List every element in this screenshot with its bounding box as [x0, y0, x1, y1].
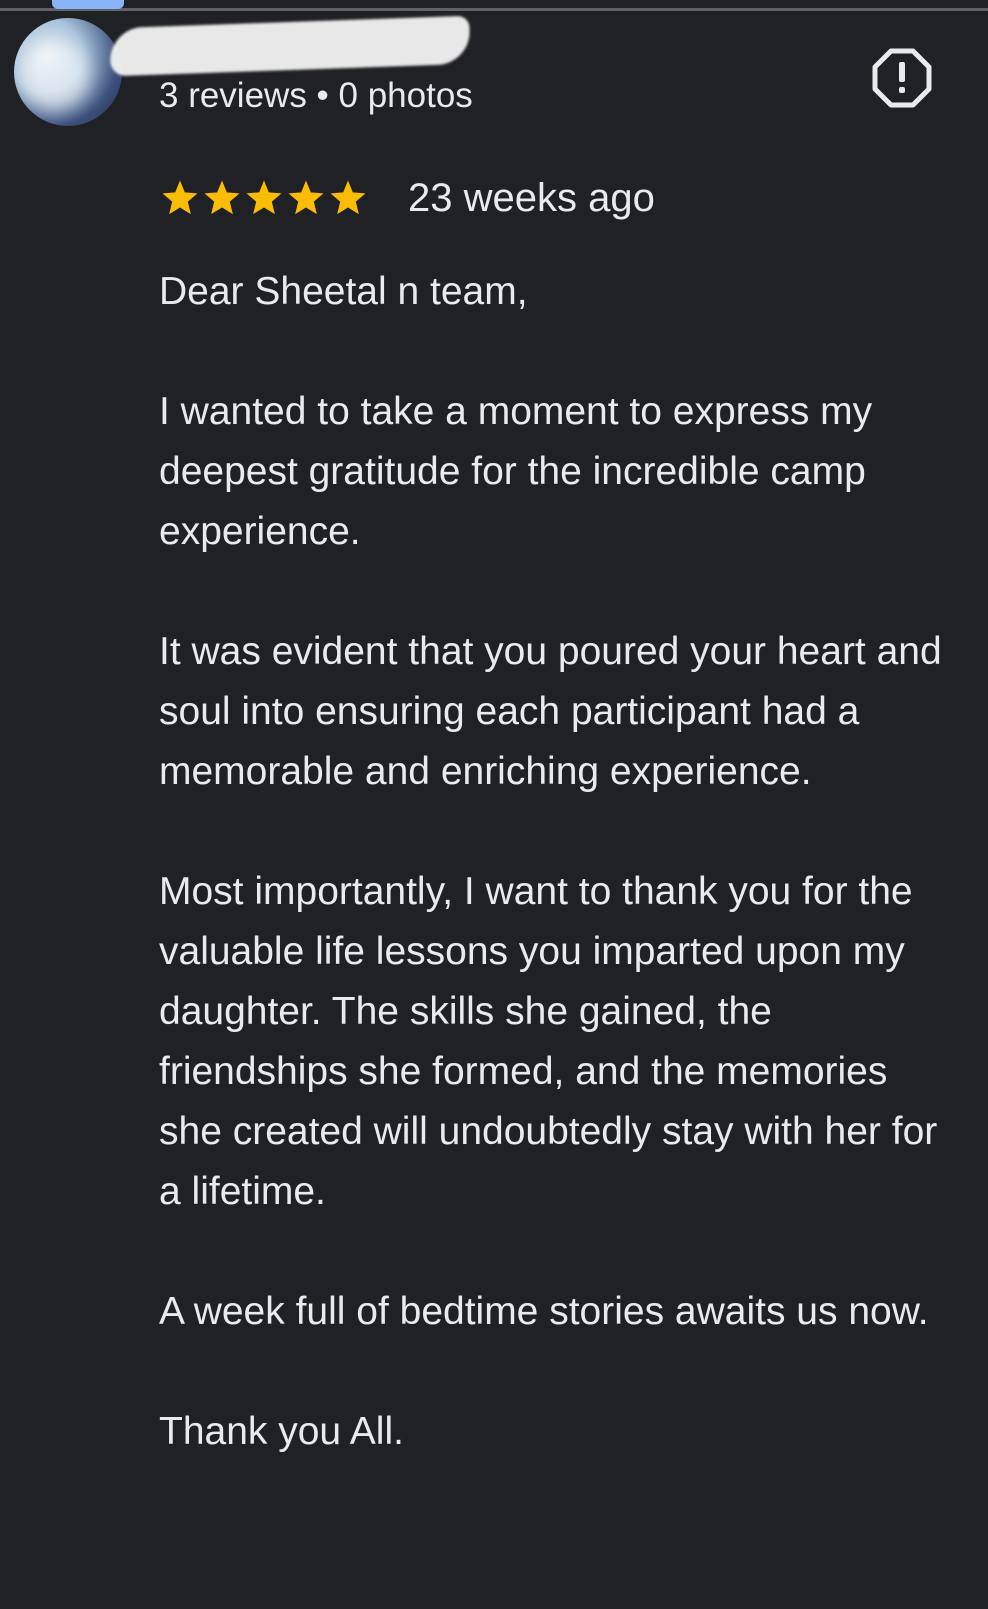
review-paragraph: Thank you All.: [159, 1410, 404, 1453]
avatar-blur: [20, 40, 90, 110]
reviewer-meta: 3 reviews • 0 photos: [159, 76, 473, 115]
tab-indicator: [52, 0, 124, 9]
star-icon: [288, 180, 324, 215]
star-icon: [246, 180, 282, 215]
review-paragraph: It was evident that you poured your hear…: [159, 630, 942, 793]
top-divider: [0, 8, 988, 11]
review-paragraph: Dear Sheetal n team,: [159, 270, 528, 313]
reviewer-name-redaction: [109, 15, 471, 77]
review-paragraph: A week full of bedtime stories awaits us…: [159, 1290, 929, 1333]
star-icon: [204, 180, 240, 215]
review-paragraph: Most importantly, I want to thank you fo…: [159, 870, 938, 1213]
review-text: Dear Sheetal n team, I wanted to take a …: [159, 262, 959, 1462]
star-icon: [162, 180, 198, 215]
review-paragraph: I wanted to take a moment to express my …: [159, 390, 873, 553]
avatar[interactable]: [14, 18, 122, 126]
report-button[interactable]: [872, 48, 932, 108]
report-flag-icon: [872, 48, 932, 108]
star-rating: [160, 178, 368, 218]
review-time: 23 weeks ago: [408, 175, 655, 220]
star-icon: [330, 180, 366, 215]
rating-row: 23 weeks ago: [160, 174, 655, 222]
